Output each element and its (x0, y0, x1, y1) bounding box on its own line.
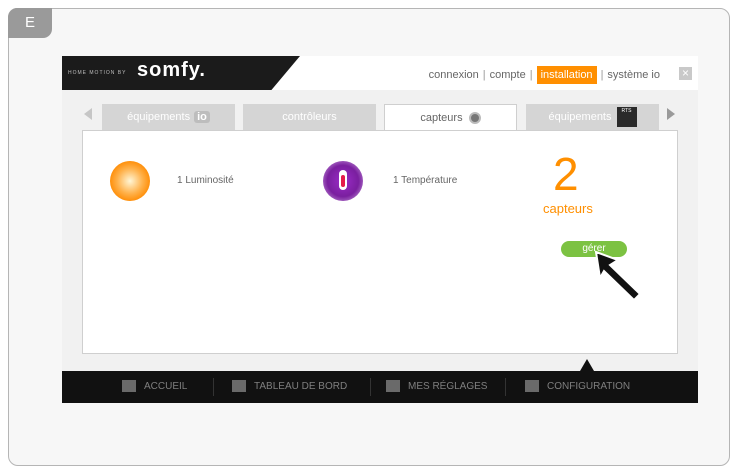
nav-separator: | (482, 69, 486, 81)
brand-tagline: HOME MOTION BY (68, 70, 127, 76)
user-icon (386, 380, 400, 392)
brand-logo: somfy. (137, 59, 206, 81)
bottom-nav: ACCUEIL TABLEAU DE BORD MES RÉGLAGES CON… (62, 371, 698, 403)
bottom-nav-tableau[interactable]: TABLEAU DE BORD (232, 380, 347, 392)
sensor-dot-icon (468, 111, 481, 124)
bottom-nav-separator (370, 378, 371, 396)
arrow-left-icon[interactable] (84, 108, 92, 120)
sun-sensor-icon[interactable] (110, 161, 150, 201)
bottom-nav-configuration[interactable]: CONFIGURATION (525, 380, 630, 392)
nav-systeme-io[interactable]: système io (607, 69, 660, 81)
dashboard-icon (232, 380, 246, 392)
bottom-nav-label: TABLEAU DE BORD (254, 380, 348, 392)
close-icon[interactable]: × (679, 67, 692, 80)
tab-controleurs[interactable]: contrôleurs (243, 104, 376, 130)
thermometer-glyph (339, 170, 347, 190)
nav-compte[interactable]: compte (490, 69, 526, 81)
nav-connexion[interactable]: connexion (429, 69, 479, 81)
active-indicator (580, 359, 594, 371)
app-window: HOME MOTION BY somfy. connexion | compte… (62, 56, 698, 403)
tab-equipements-io[interactable]: équipements io (102, 104, 235, 130)
tab-label: équipements (548, 111, 612, 123)
nav-installation[interactable]: installation (536, 66, 597, 84)
bottom-nav-separator (213, 378, 214, 396)
mouse-pointer-icon (594, 250, 642, 302)
sensors-panel: 1 Luminosité 1 Température 2 capteurs gé… (82, 130, 678, 354)
tab-row: équipements io contrôleurs capteurs équi… (62, 100, 698, 130)
rts-badge-icon: RTS (616, 107, 637, 127)
tab-label: contrôleurs (282, 111, 337, 123)
gear-icon (525, 380, 539, 392)
sensor-label-luminosite: 1 Luminosité (177, 175, 234, 186)
tab-equipements-rts[interactable]: équipements RTS (526, 104, 659, 130)
step-tag: E (8, 8, 52, 38)
sensor-count-label: capteurs (543, 201, 593, 216)
bottom-nav-label: CONFIGURATION (547, 380, 631, 392)
bottom-nav-reglages[interactable]: MES RÉGLAGES (386, 380, 487, 392)
tab-capteurs[interactable]: capteurs (384, 104, 517, 130)
top-bar: HOME MOTION BY somfy. connexion | compte… (62, 56, 698, 90)
nav-separator: | (600, 69, 604, 81)
top-nav: connexion | compte | installation | syst… (429, 66, 660, 84)
sensor-label-temperature: 1 Température (393, 175, 458, 186)
logo-area: HOME MOTION BY somfy. (62, 56, 300, 90)
thermometer-icon[interactable] (323, 161, 363, 201)
rts-badge-label: RTS (621, 108, 632, 114)
bottom-nav-label: MES RÉGLAGES (408, 380, 488, 392)
nav-separator: | (529, 69, 533, 81)
bottom-nav-label: ACCUEIL (144, 380, 188, 392)
home-icon (122, 380, 136, 392)
tab-label: capteurs (420, 111, 463, 124)
bottom-nav-accueil[interactable]: ACCUEIL (122, 380, 187, 392)
sensor-count: 2 (553, 148, 579, 200)
tab-label: équipements (127, 111, 191, 123)
bottom-nav-separator (505, 378, 506, 396)
arrow-right-icon[interactable] (667, 108, 675, 120)
step-letter: E (24, 14, 35, 31)
io-badge-icon: io (194, 111, 210, 123)
